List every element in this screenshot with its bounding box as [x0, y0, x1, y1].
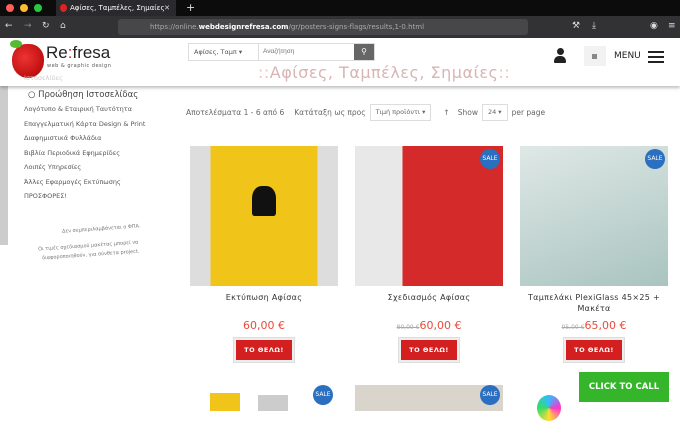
logo[interactable]: Re:fresa — [46, 43, 110, 63]
sale-badge: SALE — [480, 149, 500, 169]
product-card: Εκτύπωση Αφίσας 60,00 € ΤΟ ΘΕΛΩ! — [190, 146, 338, 363]
sidebar-item-promotion[interactable]: ○ Προώθηση Ιστοσελίδας — [28, 90, 145, 100]
per-page-label: per page — [511, 108, 546, 117]
title-text: Αφίσες, Ταμπέλες, Σημαίες — [269, 63, 499, 82]
sidebar-item-websites[interactable]: Ιστοσελίδες — [24, 74, 145, 82]
product-name[interactable]: Ταμπελάκι PlexiGlass 45×25 + Μακέτα — [520, 292, 668, 314]
url-path: /gr/posters-signs-flags/results,1-0.html — [288, 23, 425, 31]
menu-icon[interactable]: ≡ — [668, 21, 676, 31]
search-category-select[interactable]: Αφίσες, Ταμπ ▾ — [189, 44, 259, 60]
old-price: 95,00 € — [561, 324, 585, 331]
logo-strawberry-icon — [12, 44, 44, 78]
account-icon[interactable]: ◉ — [650, 21, 658, 31]
click-to-call-button[interactable]: CLICK TO CALL — [579, 372, 669, 402]
sale-badge: SALE — [645, 149, 665, 169]
buy-button[interactable]: ΤΟ ΘΕΛΩ! — [233, 337, 295, 363]
search-icon: ⚲ — [361, 47, 367, 56]
forward-icon[interactable]: → — [24, 21, 32, 31]
sort-select[interactable]: Τιμή προϊόντι ▾ — [369, 104, 432, 121]
sidebar-item[interactable]: Διαφημιστικά Φυλλάδια — [24, 134, 145, 142]
new-tab-icon[interactable]: + — [186, 0, 195, 16]
product-price: 60,00 € — [243, 319, 285, 332]
product-name[interactable]: Σχεδιασμός Αφίσας — [355, 292, 503, 303]
product-card: SALE Σχεδιασμός Αφίσας 80,00 €60,00 € ΤΟ… — [355, 146, 503, 363]
title-suffix: :: — [498, 63, 511, 82]
search-form: Αφίσες, Ταμπ ▾ ⚲ — [188, 43, 375, 61]
reload-icon[interactable]: ↻ — [42, 21, 50, 31]
product-image[interactable] — [190, 146, 338, 286]
logo-subtitle: web & graphic design — [47, 63, 112, 69]
download-icon[interactable]: ⤓ — [592, 21, 596, 31]
product-image[interactable]: SALE — [520, 146, 668, 286]
cart-icon[interactable] — [584, 46, 606, 66]
vat-note: Δεν συμπεριλαμβάνεται ο ΦΠΑ. — [61, 223, 141, 235]
hamburger-icon[interactable] — [648, 51, 664, 66]
url-prefix: https://online. — [150, 23, 199, 31]
product-image[interactable]: SALE — [355, 385, 503, 411]
buy-button[interactable]: ΤΟ ΘΕΛΩ! — [563, 337, 625, 363]
sidebar-item[interactable]: Λοιπές Υπηρεσίες — [24, 163, 145, 171]
buy-button[interactable]: ΤΟ ΘΕΛΩ! — [398, 337, 460, 363]
search-input[interactable] — [259, 44, 354, 60]
sidebar-item[interactable]: ΠΡΟΣΦΟΡΕΣ! — [24, 192, 145, 200]
sort-direction-icon[interactable]: ↑ — [443, 108, 449, 117]
product-card: SALE Ταμπελάκι PlexiGlass 45×25 + Μακέτα… — [520, 146, 668, 363]
old-price: 80,00 € — [396, 324, 420, 331]
browser-tab[interactable]: Αφίσες, Ταμπέλες, Σημαίες ✕ — [56, 0, 176, 16]
sale-badge: SALE — [480, 385, 500, 405]
logo-text-1: Re — [46, 43, 68, 62]
logo-text-2: fresa — [72, 43, 111, 62]
sale-badge: SALE — [313, 385, 333, 405]
sort-label: Κατάταξη ως προς — [294, 108, 366, 117]
browser-toolbar: ← → ↻ ⌂ https://online.webdesignrefresa.… — [0, 16, 680, 38]
title-prefix: :: — [258, 63, 270, 82]
user-icon[interactable] — [554, 48, 566, 64]
results-count: Αποτελέσματα 1 - 6 από 6 — [186, 108, 285, 117]
product-name[interactable]: Εκτύπωση Αφίσας — [190, 292, 338, 303]
sidebar-item[interactable]: Επαγγελματική Κάρτα Design & Print — [24, 120, 145, 128]
strawberry-favicon-icon — [60, 4, 67, 12]
close-tab-icon[interactable]: ✕ — [164, 0, 170, 16]
product-image[interactable]: SALE — [190, 385, 338, 411]
product-price: 60,00 € — [419, 319, 462, 332]
sidebar-item[interactable]: Βιβλία Περιοδικά Εφημερίδες — [24, 149, 145, 157]
home-icon[interactable]: ⌂ — [60, 21, 66, 31]
sidebar-item[interactable]: Άλλες Εφαρμογές Εκτύπωσης — [24, 178, 145, 186]
sidebar-item[interactable]: Λογότυπο & Εταιρική Ταυτότητα — [24, 105, 145, 113]
menu-label[interactable]: MENU — [614, 51, 641, 61]
category-sidebar: Ιστοσελίδες ○ Προώθηση Ιστοσελίδας Λογότ… — [24, 74, 145, 207]
url-bar[interactable]: https://online.webdesignrefresa.com/gr/p… — [118, 19, 528, 35]
logo-leaf-icon — [10, 40, 22, 48]
tab-title: Αφίσες, Ταμπέλες, Σημαίες — [70, 4, 165, 12]
product-price: 65,00 € — [584, 319, 627, 332]
url-domain: webdesignrefresa.com — [198, 23, 289, 31]
page-title: ::Αφίσες, Ταμπέλες, Σημαίες:: — [258, 63, 510, 82]
back-icon[interactable]: ← — [5, 21, 13, 31]
results-toolbar: Αποτελέσματα 1 - 6 από 6 Κατάταξη ως προ… — [186, 104, 545, 121]
per-page-select[interactable]: 24 ▾ — [481, 104, 508, 121]
tools-icon[interactable]: ⚒ — [572, 21, 580, 31]
show-label: Show — [457, 108, 478, 117]
product-image[interactable]: SALE — [355, 146, 503, 286]
product-image[interactable] — [537, 395, 561, 421]
search-button[interactable]: ⚲ — [354, 44, 374, 60]
browser-tab-bar: Αφίσες, Ταμπέλες, Σημαίες ✕ + — [0, 0, 680, 16]
